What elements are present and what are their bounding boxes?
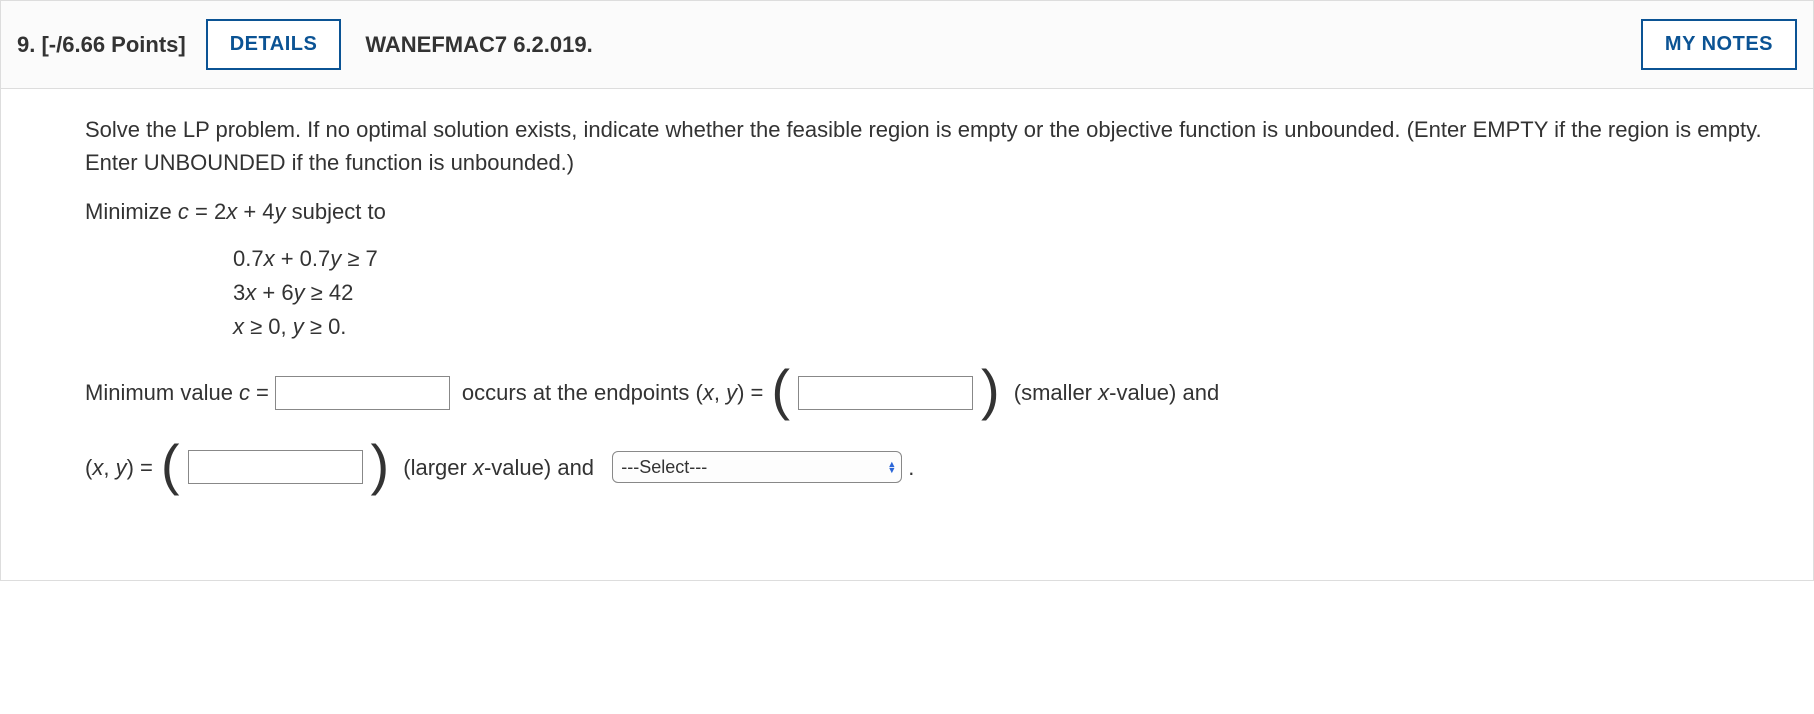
constraint-1: 0.7x + 0.7y ≥ 7 [233, 242, 1789, 276]
paren-close-icon: ) [369, 443, 392, 488]
objective-expression: c [178, 199, 189, 224]
answer-row-1: Minimum value c = occurs at the endpoint… [85, 370, 1789, 415]
occurs-text: occurs at the endpoints (x, y) = [456, 376, 764, 409]
answers-block: Minimum value c = occurs at the endpoint… [85, 370, 1789, 490]
xy2-label: (x, y) = [85, 451, 153, 484]
period: . [908, 451, 914, 484]
select-dropdown[interactable]: ---Select--- [612, 451, 902, 483]
question-header: 9. [-/6.66 Points] DETAILS WANEFMAC7 6.2… [1, 1, 1813, 89]
question-number: 9. [17, 32, 35, 57]
instructions-text: Solve the LP problem. If no optimal solu… [85, 113, 1789, 179]
constraint-2: 3x + 6y ≥ 42 [233, 276, 1789, 310]
min-var: c [239, 376, 250, 409]
objective-prefix: Minimize [85, 199, 178, 224]
min-label: Minimum value [85, 376, 233, 409]
my-notes-button[interactable]: MY NOTES [1641, 19, 1797, 70]
endpoint1-input[interactable] [798, 376, 973, 410]
select-wrapper: ---Select--- ▲▼ [612, 451, 902, 483]
constraints-block: 0.7x + 0.7y ≥ 7 3x + 6y ≥ 42 x ≥ 0, y ≥ … [233, 242, 1789, 344]
objective-line: Minimize c = 2x + 4y subject to [85, 195, 1789, 228]
constraint-3: x ≥ 0, y ≥ 0. [233, 310, 1789, 344]
question-container: 9. [-/6.66 Points] DETAILS WANEFMAC7 6.2… [0, 0, 1814, 581]
answer-row-2: (x, y) = ( ) (larger x-value) and ---Sel… [85, 445, 1789, 490]
paren-open-icon: ( [159, 443, 182, 488]
objective-suffix: subject to [286, 199, 386, 224]
smaller-x-label: (smaller x-value) and [1008, 376, 1220, 409]
min-value-input[interactable] [275, 376, 450, 410]
larger-x-label: (larger x-value) and [397, 451, 606, 484]
question-body: Solve the LP problem. If no optimal solu… [1, 89, 1813, 580]
paren-close-icon: ) [979, 368, 1002, 413]
eq-sign: = [256, 376, 269, 409]
question-number-points: 9. [-/6.66 Points] [17, 32, 186, 58]
problem-code: WANEFMAC7 6.2.019. [365, 32, 592, 58]
question-points: [-/6.66 Points] [41, 32, 185, 57]
details-button[interactable]: DETAILS [206, 19, 342, 70]
paren-open-icon: ( [769, 368, 792, 413]
endpoint2-input[interactable] [188, 450, 363, 484]
